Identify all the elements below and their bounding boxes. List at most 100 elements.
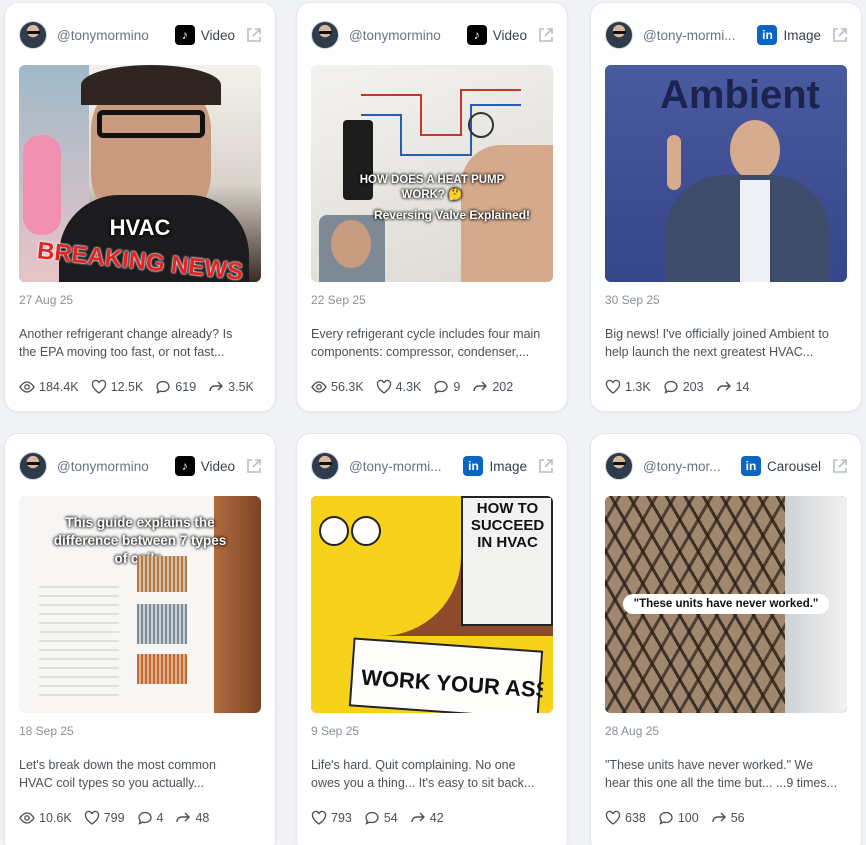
card-header: @tonymormino ♪ Video xyxy=(311,19,555,51)
post-card[interactable]: @tonymormino ♪ Video HVAC BREAKING NEWS … xyxy=(4,2,276,412)
avatar xyxy=(19,452,47,480)
post-caption: Another refrigerant change already? Is th… xyxy=(19,327,233,359)
avatar xyxy=(605,21,633,49)
heart-icon xyxy=(91,379,106,394)
external-link-icon[interactable] xyxy=(831,26,849,44)
shares-count: 14 xyxy=(735,380,750,394)
card-header: @tonymormino ♪ Video xyxy=(19,19,263,51)
heart-icon xyxy=(605,810,621,825)
external-link-icon[interactable] xyxy=(537,26,555,44)
avatar xyxy=(311,452,339,480)
post-card[interactable]: @tonymormino ♪ Video This guide explains… xyxy=(4,433,276,845)
avatar xyxy=(311,21,339,49)
avatar xyxy=(19,21,47,49)
author-handle[interactable]: @tony-mormi... xyxy=(643,28,757,43)
post-stats: 184.4K 12.5K 619 3.5K xyxy=(19,379,254,395)
external-link-icon[interactable] xyxy=(831,457,849,475)
post-stats: 56.3K 4.3K 9 202 xyxy=(311,379,513,395)
comments-count: 9 xyxy=(453,380,461,394)
likes-count: 1.3K xyxy=(625,380,651,394)
share-icon xyxy=(209,381,224,392)
post-card[interactable]: @tony-mormi... in Image HOW TO SUCCEED I… xyxy=(296,433,568,845)
post-thumbnail[interactable]: HOW DOES A HEAT PUMP WORK? 🤔 Reversing V… xyxy=(311,65,553,282)
comments-count: 203 xyxy=(682,380,704,394)
heart-icon xyxy=(84,810,99,825)
posts-grid: @tonymormino ♪ Video HVAC BREAKING NEWS … xyxy=(0,0,866,845)
likes-count: 4.3K xyxy=(395,380,422,394)
post-type: Video xyxy=(200,458,235,474)
post-thumbnail[interactable]: HVAC BREAKING NEWS xyxy=(19,65,261,282)
comments-count: 100 xyxy=(677,811,699,825)
post-card[interactable]: @tonymormino ♪ Video HOW DOES A HEAT PUM… xyxy=(296,2,568,412)
comment-icon xyxy=(137,811,152,825)
thumb-title: HVAC xyxy=(109,215,171,240)
post-caption: Life's hard. Quit complaining. No one owe… xyxy=(311,758,535,790)
post-stats: 10.6K 799 4 48 xyxy=(19,810,209,826)
heart-icon xyxy=(605,379,621,394)
tiktok-icon: ♪ xyxy=(174,456,195,476)
author-handle[interactable]: @tony-mor... xyxy=(643,459,741,474)
post-card[interactable]: @tony-mor... in Carousel "These units ha… xyxy=(590,433,862,845)
share-icon xyxy=(176,812,191,823)
post-caption: "These units have never worked." We hear … xyxy=(605,758,838,790)
post-caption: Let's break down the most common HVAC coi… xyxy=(19,758,216,790)
post-type: Image xyxy=(489,458,527,474)
eye-icon xyxy=(19,381,35,393)
external-link-icon[interactable] xyxy=(537,457,555,475)
card-header: @tony-mor... in Carousel xyxy=(605,450,849,482)
post-card[interactable]: @tony-mormi... in Image Ambient 30 Sep 2… xyxy=(590,2,862,412)
post-type: Image xyxy=(783,27,821,43)
author-handle[interactable]: @tony-mormi... xyxy=(349,459,463,474)
post-type: Video xyxy=(492,27,527,43)
shares-count: 48 xyxy=(195,811,210,825)
comments-count: 4 xyxy=(156,811,164,825)
comment-icon xyxy=(156,380,170,394)
shares-count: 42 xyxy=(429,811,444,825)
author-handle[interactable]: @tonymormino xyxy=(57,28,175,43)
thumb-title: Ambient xyxy=(660,73,820,117)
post-stats: 793 54 42 xyxy=(311,810,444,826)
linkedin-icon: in xyxy=(740,456,761,476)
views-count: 184.4K xyxy=(39,380,79,394)
views-count: 10.6K xyxy=(39,811,72,825)
post-thumbnail[interactable]: Ambient xyxy=(605,65,847,282)
share-icon xyxy=(716,381,731,392)
likes-count: 799 xyxy=(103,811,125,825)
post-date: 9 Sep 25 xyxy=(311,724,360,738)
comment-icon xyxy=(365,811,379,825)
post-stats: 1.3K 203 14 xyxy=(605,379,749,395)
post-caption: Big news! I've officially joined Ambient… xyxy=(605,327,829,359)
thumb-title: HOW DOES A HEAT PUMP WORK? 🤔 xyxy=(359,174,505,201)
post-date: 18 Sep 25 xyxy=(19,724,74,738)
post-date: 22 Sep 25 xyxy=(311,293,366,307)
post-thumbnail[interactable]: HOW TO SUCCEED IN HVAC WORK YOUR ASS OFF xyxy=(311,496,553,713)
likes-count: 12.5K xyxy=(110,380,144,394)
card-header: @tony-mormi... in Image xyxy=(311,450,555,482)
external-link-icon[interactable] xyxy=(245,26,263,44)
comment-icon xyxy=(434,380,449,394)
linkedin-icon: in xyxy=(757,25,778,45)
external-link-icon[interactable] xyxy=(245,457,263,475)
likes-count: 638 xyxy=(625,811,646,825)
views-count: 56.3K xyxy=(331,380,364,394)
post-thumbnail[interactable]: "These units have never worked." xyxy=(605,496,847,713)
post-date: 28 Aug 25 xyxy=(605,724,660,738)
shares-count: 3.5K xyxy=(228,380,254,394)
thumb-subtitle: Reversing Valve Explained! xyxy=(373,208,531,222)
comments-count: 619 xyxy=(175,380,197,394)
card-header: @tonymormino ♪ Video xyxy=(19,450,263,482)
share-icon xyxy=(712,812,726,823)
card-header: @tony-mormi... in Image xyxy=(605,19,849,51)
avatar xyxy=(605,452,633,480)
author-handle[interactable]: @tonymormino xyxy=(57,459,175,474)
post-thumbnail[interactable]: This guide explains the difference betwe… xyxy=(19,496,261,713)
heart-icon xyxy=(376,379,391,394)
post-date: 27 Aug 25 xyxy=(19,293,74,307)
thumb-title: "These units have never worked." xyxy=(623,594,829,614)
linkedin-icon: in xyxy=(463,456,484,476)
comments-count: 54 xyxy=(383,811,398,825)
post-type: Video xyxy=(200,27,235,43)
author-handle[interactable]: @tonymormino xyxy=(349,28,467,43)
thumb-title: HOW TO SUCCEED IN HVAC xyxy=(470,500,545,551)
post-date: 30 Sep 25 xyxy=(605,293,660,307)
